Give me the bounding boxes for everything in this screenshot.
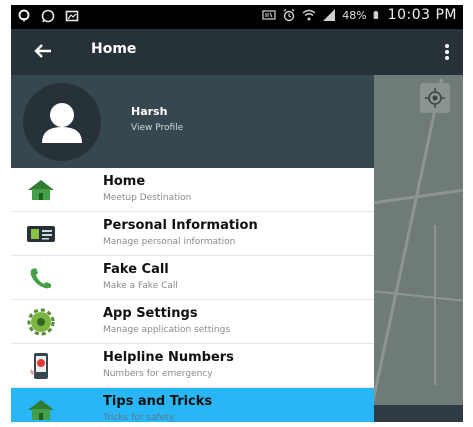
app-bar: Home [11,29,463,75]
battery-icon [373,10,378,19]
menu-item-app-settings[interactable]: App Settings Manage application settings [11,300,374,344]
status-bar: 48% 10:03 PM [11,5,463,29]
menu-item-subtitle: Tricks for safety [103,413,175,422]
home-icon [28,400,54,420]
menu-item-personal-information[interactable]: Personal Information Manage personal inf… [11,212,374,256]
battery-percent: 48% [342,8,367,22]
signal-icon [323,9,336,21]
menu-item-subtitle: Make a Fake Call [103,281,178,291]
menu-item-title: Tips and Tricks [103,394,213,409]
arrow-back-icon [34,44,51,58]
page-title: Home [91,41,137,57]
id-card-icon [27,226,55,242]
phone-icon [30,268,51,289]
my-location-button[interactable] [420,83,450,113]
user-avatar-icon [42,103,82,143]
alarm-icon [283,8,295,22]
home-icon [28,180,54,200]
menu-item-title: Helpline Numbers [103,350,234,365]
navigation-drawer: Harsh View Profile Home Meetup Destinati… [11,75,374,422]
my-location-icon [425,88,445,108]
menu-item-helpline-numbers[interactable]: Helpline Numbers Numbers for emergency [11,344,374,388]
whatsapp-icon [41,9,55,23]
menu-item-subtitle: Meetup Destination [103,193,192,203]
profile-header[interactable]: Harsh View Profile [11,75,374,168]
gallery-icon [65,10,79,22]
gear-icon [27,308,55,336]
profile-name: Harsh [131,105,168,118]
menu-item-title: Fake Call [103,262,169,277]
menu-item-title: Personal Information [103,218,258,233]
phone-screen: 48% 10:03 PM Home Harsh View Profile Hom… [11,5,463,422]
avatar[interactable] [23,83,101,161]
back-button[interactable] [31,41,55,63]
menu-item-subtitle: Numbers for emergency [103,369,213,379]
status-time: 10:03 PM [387,7,457,23]
menu-item-title: App Settings [103,306,198,321]
drawer-menu: Home Meetup Destination Personal Informa… [11,168,374,422]
status-bar-left-icons [17,9,79,23]
menu-item-fake-call[interactable]: Fake Call Make a Fake Call [11,256,374,300]
view-profile-link[interactable]: View Profile [131,123,183,133]
menu-item-home[interactable]: Home Meetup Destination [11,168,374,212]
status-bar-right: 48% 10:03 PM [262,7,457,23]
map-bottom-bar [374,405,463,422]
nfc-icon [262,10,276,20]
menu-item-title: Home [103,174,146,189]
location-icon [18,9,30,22]
overflow-menu-icon[interactable] [443,41,451,63]
menu-item-subtitle: Manage application settings [103,325,231,335]
wifi-icon [302,9,316,21]
helpline-phone-icon [30,353,48,379]
map-view[interactable] [374,75,463,422]
menu-item-subtitle: Manage personal information [103,237,236,247]
menu-item-tips-and-tricks[interactable]: Tips and Tricks Tricks for safety [11,388,374,422]
